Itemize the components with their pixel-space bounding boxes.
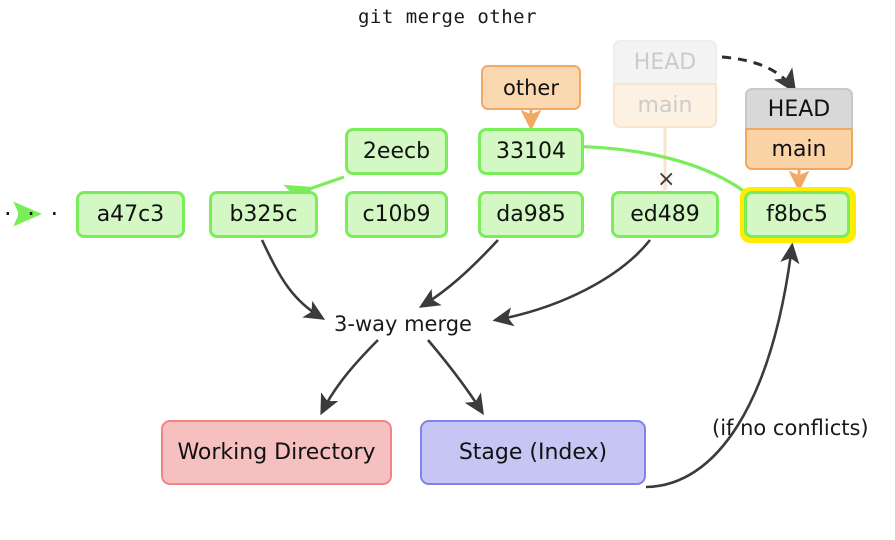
ghost-head-box: HEAD — [613, 40, 717, 85]
three-way-merge-label: 3-way merge — [334, 312, 472, 336]
commit-node-33104[interactable]: 33104 — [478, 128, 584, 175]
commit-label: 2eecb — [362, 139, 431, 164]
merge-output-links — [320, 339, 484, 416]
main-label: main — [771, 136, 827, 162]
commit-label: 33104 — [496, 139, 566, 164]
branch-label-text: other — [503, 75, 559, 100]
no-conflicts-note: (if no conflicts) — [712, 416, 869, 440]
commit-node-b325c[interactable]: b325c — [209, 191, 318, 238]
commit-label: ed489 — [630, 202, 700, 227]
ghost-main-box: main — [613, 83, 717, 128]
page-title: git merge other — [357, 6, 538, 28]
head-move-link — [721, 55, 797, 94]
commit-label: c10b9 — [362, 202, 431, 227]
commit-node-a47c3[interactable]: a47c3 — [76, 191, 185, 238]
head-box[interactable]: HEAD — [745, 88, 853, 130]
working-directory-box[interactable]: Working Directory — [161, 420, 392, 485]
commit-label: a47c3 — [96, 202, 165, 227]
history-ellipsis: · · · — [4, 200, 63, 228]
commit-label: b325c — [229, 202, 298, 227]
commit-node-2eecb[interactable]: 2eecb — [345, 128, 448, 175]
ghost-main-label: main — [637, 93, 693, 118]
diagram-canvas: git merge other · · · × a47c3 b325c c10b… — [0, 0, 895, 540]
commit-node-c10b9[interactable]: c10b9 — [345, 191, 448, 238]
head-label: HEAD — [767, 96, 831, 122]
commit-label: da985 — [496, 202, 566, 227]
commit-node-da985[interactable]: da985 — [478, 191, 584, 238]
commit-label: f8bc5 — [766, 202, 828, 227]
head-main-stack: HEAD main — [745, 88, 853, 172]
commit-node-f8bc5[interactable]: f8bc5 — [744, 191, 850, 238]
main-branch-box[interactable]: main — [745, 128, 853, 170]
commit-result-link — [645, 242, 800, 489]
detached-x-icon: × — [657, 167, 676, 192]
ghost-head-label: HEAD — [633, 50, 697, 75]
commit-node-ed489[interactable]: ed489 — [611, 191, 719, 238]
ghost-head-main-stack: HEAD main — [613, 40, 717, 130]
branch-label-other[interactable]: other — [481, 65, 581, 110]
merge-input-links — [260, 239, 652, 327]
working-directory-label: Working Directory — [177, 440, 376, 465]
stage-index-label: Stage (Index) — [458, 440, 608, 465]
stage-index-box[interactable]: Stage (Index) — [420, 420, 646, 485]
